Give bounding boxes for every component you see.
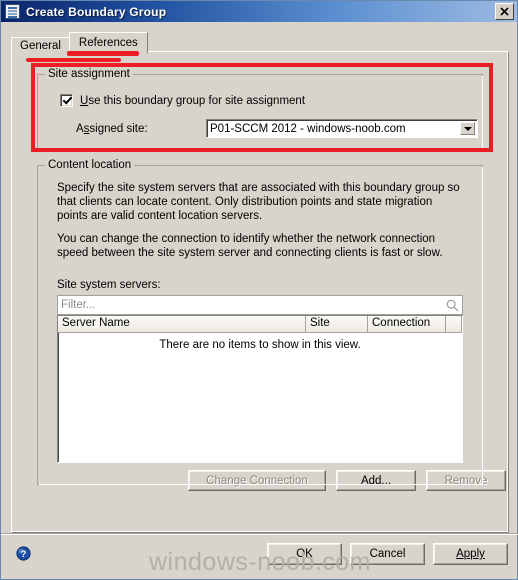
assigned-site-value: P01-SCCM 2012 - windows-noob.com: [210, 122, 406, 135]
help-circle-icon[interactable]: ?: [15, 545, 32, 562]
add-button[interactable]: Add...: [336, 470, 416, 491]
assigned-label-rest: signed site:: [89, 122, 148, 135]
change-connection-label: Change Connection: [206, 474, 308, 487]
create-boundary-group-dialog: Create Boundary Group General References…: [0, 0, 518, 580]
tab-references-label: References: [78, 37, 138, 49]
use-for-site-assignment-label: Use this boundary group for site assignm…: [80, 95, 305, 107]
window-title: Create Boundary Group: [26, 4, 167, 19]
table-header-row: Server Name Site Connection: [58, 316, 462, 333]
server-action-buttons: Change Connection Add... Remove: [188, 470, 506, 491]
dialog-footer: ? OK Cancel Apply windows-noob.com: [1, 533, 518, 579]
tab-references[interactable]: References: [68, 32, 148, 53]
remove-button[interactable]: Remove: [426, 470, 506, 491]
tab-general[interactable]: General: [11, 37, 70, 55]
ok-label: OK: [296, 548, 313, 560]
column-header-spacer: [446, 316, 462, 332]
site-system-servers-label: Site system servers:: [57, 279, 161, 291]
tab-general-label: General: [20, 40, 61, 52]
content-location-group: Content location Specify the site system…: [37, 159, 506, 491]
chevron-down-icon[interactable]: [460, 122, 475, 135]
add-label: Add...: [360, 474, 392, 487]
ok-button[interactable]: OK: [267, 543, 342, 565]
remove-label: Remove: [444, 474, 488, 487]
assigned-label-prefix: A: [76, 122, 84, 135]
site-system-servers-table[interactable]: Server Name Site Connection There are no…: [57, 315, 463, 463]
content-location-description-2: You can change the connection to identif…: [57, 233, 443, 259]
title-bar[interactable]: Create Boundary Group: [1, 1, 517, 22]
accel-a: Apply: [456, 548, 485, 560]
assigned-site-row: Assigned site: P01-SCCM 2012 - windows-n…: [76, 119, 478, 138]
cancel-button[interactable]: Cancel: [350, 543, 425, 565]
site-assignment-group-title: Site assignment: [45, 68, 133, 80]
checkbox-label-rest: se this boundary group for site assignme…: [88, 94, 306, 107]
search-icon[interactable]: [446, 299, 459, 312]
filter-placeholder: Filter...: [61, 299, 96, 311]
apply-button[interactable]: Apply: [433, 543, 508, 565]
table-empty-message: There are no items to show in this view.: [159, 339, 361, 351]
column-header-connection[interactable]: Connection: [368, 316, 446, 332]
references-tab-panel: Site assignment Use this boundary group …: [11, 51, 509, 533]
assigned-site-select[interactable]: P01-SCCM 2012 - windows-noob.com: [206, 119, 478, 138]
filter-input[interactable]: Filter...: [57, 295, 463, 315]
dialog-action-buttons: OK Cancel Apply: [267, 543, 508, 565]
footer-divider: [1, 533, 518, 535]
use-for-site-assignment-checkbox[interactable]: [60, 94, 73, 107]
apply-label: Apply: [456, 548, 485, 560]
column-header-server-name[interactable]: Server Name: [58, 316, 306, 332]
site-assignment-group: Site assignment Use this boundary group …: [37, 68, 483, 149]
use-for-site-assignment-checkbox-row[interactable]: Use this boundary group for site assignm…: [60, 94, 305, 107]
tab-strip: General References: [11, 31, 517, 55]
content-location-group-title: Content location: [45, 159, 135, 171]
assigned-site-label: Assigned site:: [76, 123, 206, 135]
close-icon[interactable]: [495, 3, 514, 20]
content-location-description-1: Specify the site system servers that are…: [57, 182, 460, 222]
cancel-label: Cancel: [369, 548, 406, 560]
svg-text:?: ?: [21, 549, 27, 560]
change-connection-button[interactable]: Change Connection: [188, 470, 326, 491]
document-properties-icon: [5, 4, 20, 19]
column-header-site[interactable]: Site: [306, 316, 368, 332]
